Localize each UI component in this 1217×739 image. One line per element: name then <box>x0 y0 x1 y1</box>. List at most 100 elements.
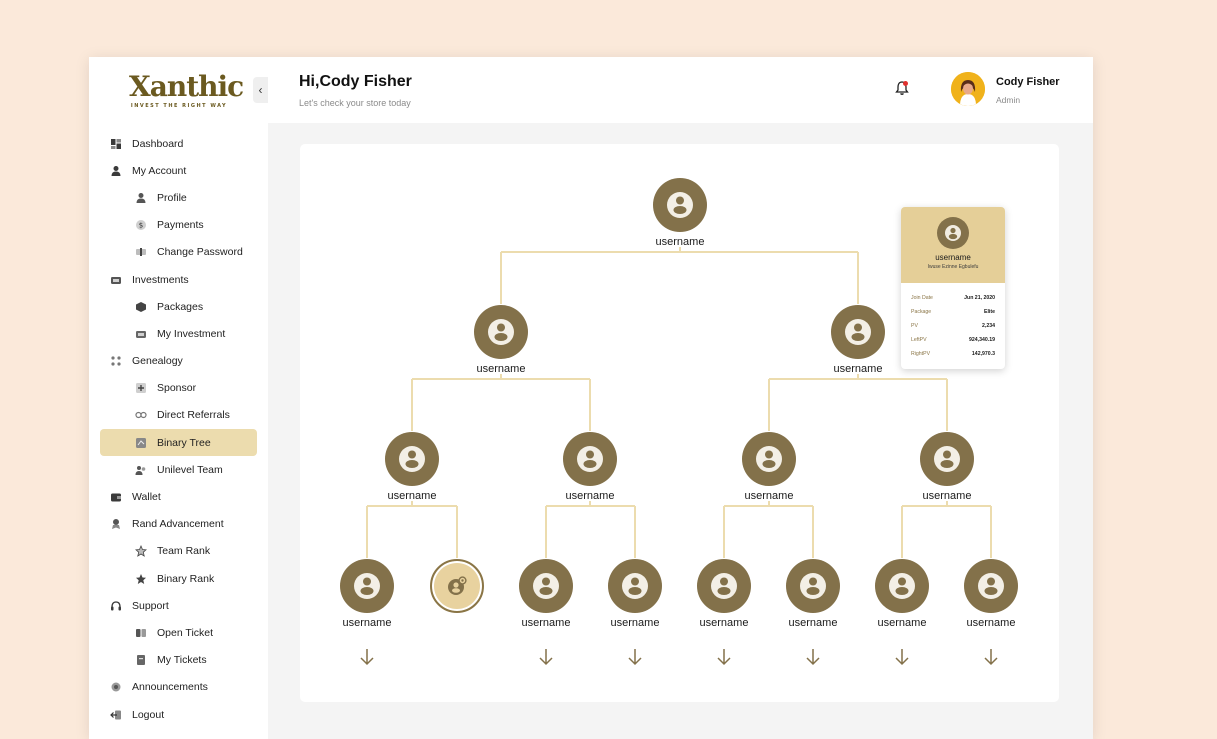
sidebar-item-support[interactable]: Support <box>100 592 257 619</box>
popover-header: username Iwuse Ezinne Egbulefu <box>901 207 1005 283</box>
tickets-icon <box>135 654 147 666</box>
sidebar-item-investments[interactable]: Investments <box>100 266 257 293</box>
sidebar-item-binary-rank[interactable]: Binary Rank <box>100 565 257 592</box>
popover-username: username <box>935 253 971 262</box>
tree-node-label: username <box>966 617 1016 629</box>
tree-node[interactable]: username <box>590 559 680 629</box>
sidebar-item-genealogy[interactable]: Genealogy <box>100 348 257 375</box>
tree-node[interactable]: username <box>545 432 635 502</box>
tree-node-user-icon <box>920 432 974 486</box>
sidebar-item-label: Binary Rank <box>157 572 215 585</box>
tree-node-user-icon <box>608 559 662 613</box>
profile-icon <box>135 192 147 204</box>
tree-node-user-icon <box>742 432 796 486</box>
notification-bell-icon[interactable] <box>893 79 911 97</box>
tree-node-label: username <box>521 617 571 629</box>
sidebar-item-binary-tree[interactable]: Binary Tree <box>100 429 257 457</box>
sidebar-item-announcements[interactable]: Announcements <box>100 674 257 701</box>
tree-node-user-icon <box>519 559 573 613</box>
tree-node-label: username <box>877 617 927 629</box>
sidebar-item-label: Announcements <box>132 681 208 694</box>
popover-row-value: Jun 21, 2020 <box>964 295 995 301</box>
tree-node[interactable]: username <box>902 432 992 502</box>
tree-node-label: username <box>833 363 883 375</box>
tree-node[interactable]: username <box>768 559 858 629</box>
header: Hi,Cody Fisher Let's check your store to… <box>268 57 1093 123</box>
sidebar-collapse-button[interactable]: ‹ <box>253 77 268 103</box>
member-popover: username Iwuse Ezinne Egbulefu Join Date… <box>901 207 1005 369</box>
expand-down-arrow-icon[interactable] <box>805 648 821 666</box>
svg-text:$: $ <box>139 222 143 230</box>
dashboard-icon <box>110 138 122 150</box>
popover-details: Join Date Jun 21, 2020 Package Elite PV 2,234… <box>901 283 1005 361</box>
tree-node[interactable]: username <box>813 305 903 375</box>
sidebar-item-label: Genealogy <box>132 355 183 368</box>
tree-node-label: username <box>744 490 794 502</box>
sidebar-item-direct-referrals[interactable]: Direct Referrals <box>100 402 257 429</box>
tree-node-user-icon <box>786 559 840 613</box>
sidebar-item-my-account[interactable]: My Account <box>100 157 257 184</box>
sidebar-item-my-investment[interactable]: My Investment <box>100 320 257 347</box>
tree-node-label: username <box>699 617 749 629</box>
genealogy-icon <box>110 355 122 367</box>
sidebar-item-wallet[interactable]: Wallet <box>100 483 257 510</box>
logout-icon <box>110 709 122 721</box>
brand-logo[interactable]: Xanthic INVEST THE RIGHT WAY <box>129 72 244 110</box>
sidebar-item-payments[interactable]: $ Payments <box>100 212 257 239</box>
wallet-icon <box>110 491 122 503</box>
tree-node[interactable]: username <box>857 559 947 629</box>
tree-node[interactable]: username <box>367 432 457 502</box>
popover-row-key: Package <box>911 309 932 315</box>
sidebar-item-logout[interactable]: Logout <box>100 701 257 728</box>
headset-icon <box>110 600 122 612</box>
sidebar-item-dashboard[interactable]: Dashboard <box>100 130 257 157</box>
sidebar-item-unilevel-team[interactable]: Unilevel Team <box>100 456 257 483</box>
tree-node-label: username <box>565 490 615 502</box>
tree-node[interactable]: username <box>322 559 412 629</box>
expand-down-arrow-icon[interactable] <box>894 648 910 666</box>
popover-row: LeftPV 924,340.19 <box>911 333 995 347</box>
star-icon <box>135 573 147 585</box>
package-icon <box>135 301 147 313</box>
sidebar-item-label: Rand Advancement <box>132 518 224 531</box>
sidebar-item-change-password[interactable]: Change Password <box>100 239 257 266</box>
tree-node[interactable]: username <box>635 178 725 248</box>
tree-node[interactable]: username <box>946 559 1036 629</box>
popover-row-key: LeftPV <box>911 337 927 343</box>
app-window: Xanthic INVEST THE RIGHT WAY ‹ Dashboard… <box>89 57 1093 739</box>
popover-row: PV 2,234 <box>911 319 995 333</box>
expand-down-arrow-icon[interactable] <box>359 648 375 666</box>
expand-down-arrow-icon[interactable] <box>538 648 554 666</box>
sidebar-item-label: Change Password <box>157 246 243 259</box>
sidebar-item-open-ticket[interactable]: Open Ticket <box>100 619 257 646</box>
tree-node[interactable]: username <box>456 305 546 375</box>
sidebar-item-label: Direct Referrals <box>157 409 230 422</box>
ticket-icon <box>135 627 147 639</box>
expand-down-arrow-icon[interactable] <box>983 648 999 666</box>
tree-node-label: username <box>476 363 526 375</box>
sidebar-item-packages[interactable]: Packages <box>100 293 257 320</box>
tree-node-user-icon <box>340 559 394 613</box>
sidebar-item-label: Payments <box>157 219 204 232</box>
user-avatar[interactable] <box>951 72 985 106</box>
tree-node[interactable]: username <box>724 432 814 502</box>
sidebar-item-my-tickets[interactable]: My Tickets <box>100 647 257 674</box>
tree-node[interactable]: username <box>501 559 591 629</box>
investment-icon <box>135 328 147 340</box>
sidebar-item-label: Investments <box>132 273 189 286</box>
sidebar-item-label: Dashboard <box>132 137 184 150</box>
expand-down-arrow-icon[interactable] <box>716 648 732 666</box>
sidebar-item-team-rank[interactable]: Team Rank <box>100 538 257 565</box>
sidebar-item-rand-advancement[interactable]: Rand Advancement <box>100 511 257 538</box>
sidebar-item-sponsor[interactable]: Sponsor <box>100 375 257 402</box>
expand-down-arrow-icon[interactable] <box>627 648 643 666</box>
add-member-slot-icon[interactable] <box>430 559 484 613</box>
sponsor-icon <box>135 382 147 394</box>
tree-node[interactable]: username <box>679 559 769 629</box>
popover-row-value: Elite <box>984 309 995 315</box>
sidebar-item-label: Unilevel Team <box>157 463 223 476</box>
tree-node-label: username <box>922 490 972 502</box>
sidebar: Xanthic INVEST THE RIGHT WAY ‹ Dashboard… <box>89 57 268 739</box>
announcement-icon <box>110 681 122 693</box>
sidebar-item-profile[interactable]: Profile <box>100 184 257 211</box>
